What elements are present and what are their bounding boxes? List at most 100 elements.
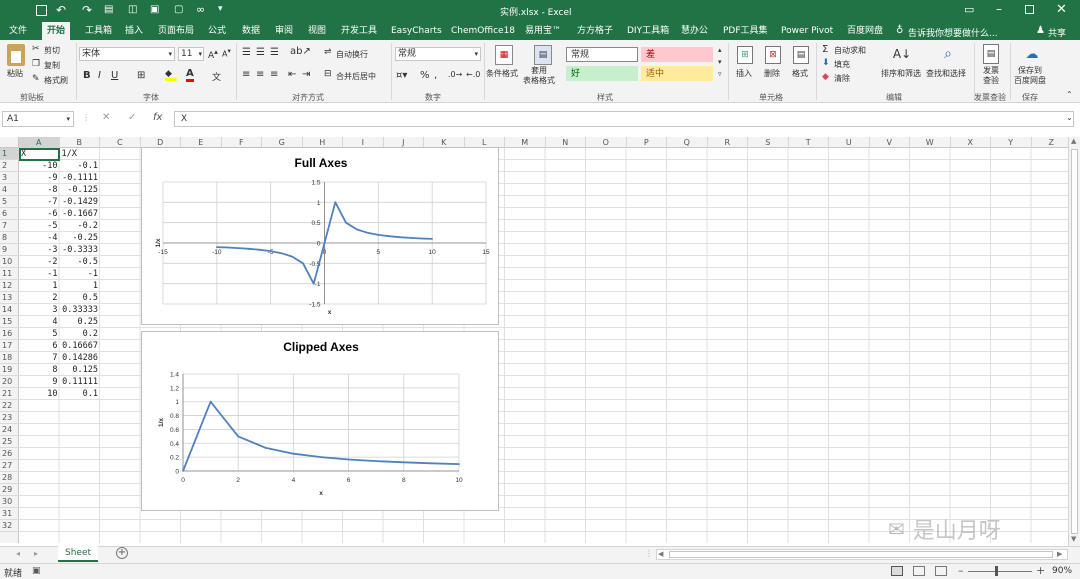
cut-button[interactable]: 剪切 xyxy=(44,45,60,56)
undo-icon[interactable]: ↶ xyxy=(56,3,66,17)
column-header[interactable]: Q xyxy=(667,137,708,148)
column-header[interactable]: B xyxy=(60,137,100,148)
table-cell[interactable]: 0.1 xyxy=(61,388,100,400)
column-header[interactable]: N xyxy=(546,137,586,148)
align-right-icon[interactable]: ≡ xyxy=(270,69,278,80)
row-header[interactable]: 14 xyxy=(0,304,19,316)
share-button[interactable]: 共享 xyxy=(1048,26,1066,39)
table-cell[interactable]: -0.1 xyxy=(61,160,100,172)
sort-filter-icon[interactable]: A↓ xyxy=(892,44,912,64)
expand-formula-icon[interactable]: ⌄ xyxy=(1066,113,1073,122)
table-cell[interactable]: 0.125 xyxy=(61,364,100,376)
decrease-indent-icon[interactable]: ⇤ xyxy=(288,69,296,80)
tab-developer[interactable]: 开发工具 xyxy=(336,22,382,40)
row-header[interactable]: 28 xyxy=(0,472,19,484)
tab-yiyongbao[interactable]: 易用宝™ xyxy=(520,22,566,40)
vertical-scrollbar[interactable]: ▲ ▼ xyxy=(1068,137,1080,546)
insert-function-icon[interactable]: fx xyxy=(153,112,162,123)
tab-home[interactable]: 开始 xyxy=(42,22,71,40)
table-cell[interactable]: 7 xyxy=(20,352,59,364)
align-bottom-icon[interactable]: ☰ xyxy=(270,47,279,58)
zoom-slider-thumb[interactable] xyxy=(995,566,998,576)
fill-icon[interactable]: ⬇ xyxy=(822,58,830,68)
row-header[interactable]: 32 xyxy=(0,520,19,532)
row-header[interactable]: 12 xyxy=(0,280,19,292)
paste-icon[interactable] xyxy=(7,44,25,66)
row-header[interactable]: 6 xyxy=(0,208,19,220)
tab-huibangong[interactable]: 慧办公 xyxy=(676,22,713,40)
tab-view[interactable]: 视图 xyxy=(303,22,331,40)
zoom-out-icon[interactable]: – xyxy=(958,564,964,577)
table-cell[interactable]: 0.16667 xyxy=(61,340,100,352)
table-cell[interactable]: -1 xyxy=(20,268,59,280)
row-header[interactable]: 13 xyxy=(0,292,19,304)
formula-input[interactable]: X xyxy=(174,111,1074,127)
style-bad[interactable]: 差 xyxy=(641,47,713,62)
scroll-up-icon[interactable]: ▲ xyxy=(1071,137,1076,145)
table-cell[interactable]: 5 xyxy=(20,328,59,340)
bold-icon[interactable]: B xyxy=(83,70,91,81)
format-painter-button[interactable]: 格式刷 xyxy=(44,75,68,86)
table-cell[interactable]: 1 xyxy=(20,280,59,292)
font-color-icon[interactable]: A xyxy=(186,68,194,82)
vertical-scroll-thumb[interactable] xyxy=(1071,149,1078,534)
merge-icon[interactable]: ⊟ xyxy=(324,69,332,79)
column-header[interactable]: M xyxy=(505,137,546,148)
row-header[interactable]: 21 xyxy=(0,388,19,400)
table-cell[interactable]: 0.33333 xyxy=(61,304,100,316)
sort-filter-button[interactable]: 排序和筛选 xyxy=(881,68,921,79)
table-cell[interactable]: -9 xyxy=(20,172,59,184)
wrap-text-icon[interactable]: ⇌ xyxy=(324,47,332,57)
camera-icon[interactable]: ◫ xyxy=(128,4,137,15)
style-good[interactable]: 好 xyxy=(566,66,638,81)
scroll-sheets-left-icon[interactable]: ◂ xyxy=(16,549,20,558)
scroll-left-icon[interactable]: ◀ xyxy=(658,550,663,558)
minimize-icon[interactable]: – xyxy=(996,2,1002,16)
table-cell[interactable]: -6 xyxy=(20,208,59,220)
table-cell[interactable]: 10 xyxy=(20,388,59,400)
styles-scroll-up-icon[interactable]: ▴ xyxy=(718,46,722,54)
cut-icon[interactable]: ✂ xyxy=(32,44,40,54)
row-header[interactable]: 26 xyxy=(0,448,19,460)
normal-view-icon[interactable] xyxy=(891,566,903,576)
row-header[interactable]: 18 xyxy=(0,352,19,364)
scroll-right-icon[interactable]: ▶ xyxy=(1057,550,1062,558)
row-header[interactable]: 27 xyxy=(0,460,19,472)
font-name-select[interactable]: 宋体 ▾ xyxy=(79,47,175,61)
italic-icon[interactable]: I xyxy=(98,70,101,81)
row-header[interactable]: 16 xyxy=(0,328,19,340)
redo-icon[interactable]: ↷ xyxy=(82,3,92,17)
chart-clipped-axes[interactable]: Clipped Axes 0 2 4 6 8 10 1.4 1.2 1 0.8 0.6 0.4 0.2 0 x… xyxy=(141,331,499,511)
table-cell[interactable]: -0.125 xyxy=(61,184,100,196)
row-header[interactable]: 19 xyxy=(0,364,19,376)
row-header[interactable]: 7 xyxy=(0,220,19,232)
tell-me-box[interactable]: 告诉我你想要做什么... xyxy=(908,26,998,39)
table-cell[interactable]: -8 xyxy=(20,184,59,196)
table-cell[interactable]: -5 xyxy=(20,220,59,232)
style-neutral[interactable]: 适中 xyxy=(641,66,713,81)
wrap-text-button[interactable]: 自动换行 xyxy=(336,49,368,60)
table-cell[interactable]: 1/X xyxy=(61,148,100,160)
tab-formulas[interactable]: 公式 xyxy=(203,22,231,40)
tab-diy-toolbox[interactable]: DIY工具箱 xyxy=(622,22,674,40)
table-cell[interactable]: 0.11111 xyxy=(61,376,100,388)
tab-review[interactable]: 审阅 xyxy=(270,22,298,40)
page-break-view-icon[interactable] xyxy=(935,566,947,576)
table-cell[interactable]: -0.2 xyxy=(61,220,100,232)
table-cell[interactable]: 4 xyxy=(20,316,59,328)
column-header[interactable]: W xyxy=(910,137,951,148)
tab-insert[interactable]: 插入 xyxy=(120,22,148,40)
conditional-format-icon[interactable]: ▦ xyxy=(495,45,513,65)
table-cell[interactable]: 1 xyxy=(61,280,100,292)
copy-button[interactable]: 复制 xyxy=(44,60,60,71)
page-layout-view-icon[interactable] xyxy=(913,566,925,576)
table-cell[interactable]: -1 xyxy=(61,268,100,280)
sheet-split-handle[interactable]: ⋮ xyxy=(645,549,653,558)
close-icon[interactable]: ✕ xyxy=(1056,2,1067,17)
invoice-check-icon[interactable]: ▤ xyxy=(983,44,999,64)
find-select-icon[interactable]: ⌕ xyxy=(938,44,958,64)
select-all-corner[interactable] xyxy=(0,137,19,148)
confirm-entry-icon[interactable]: ✓ xyxy=(128,112,136,123)
customize-qat-icon[interactable]: ▾ xyxy=(218,4,223,14)
macro-record-icon[interactable]: ▣ xyxy=(32,566,41,576)
